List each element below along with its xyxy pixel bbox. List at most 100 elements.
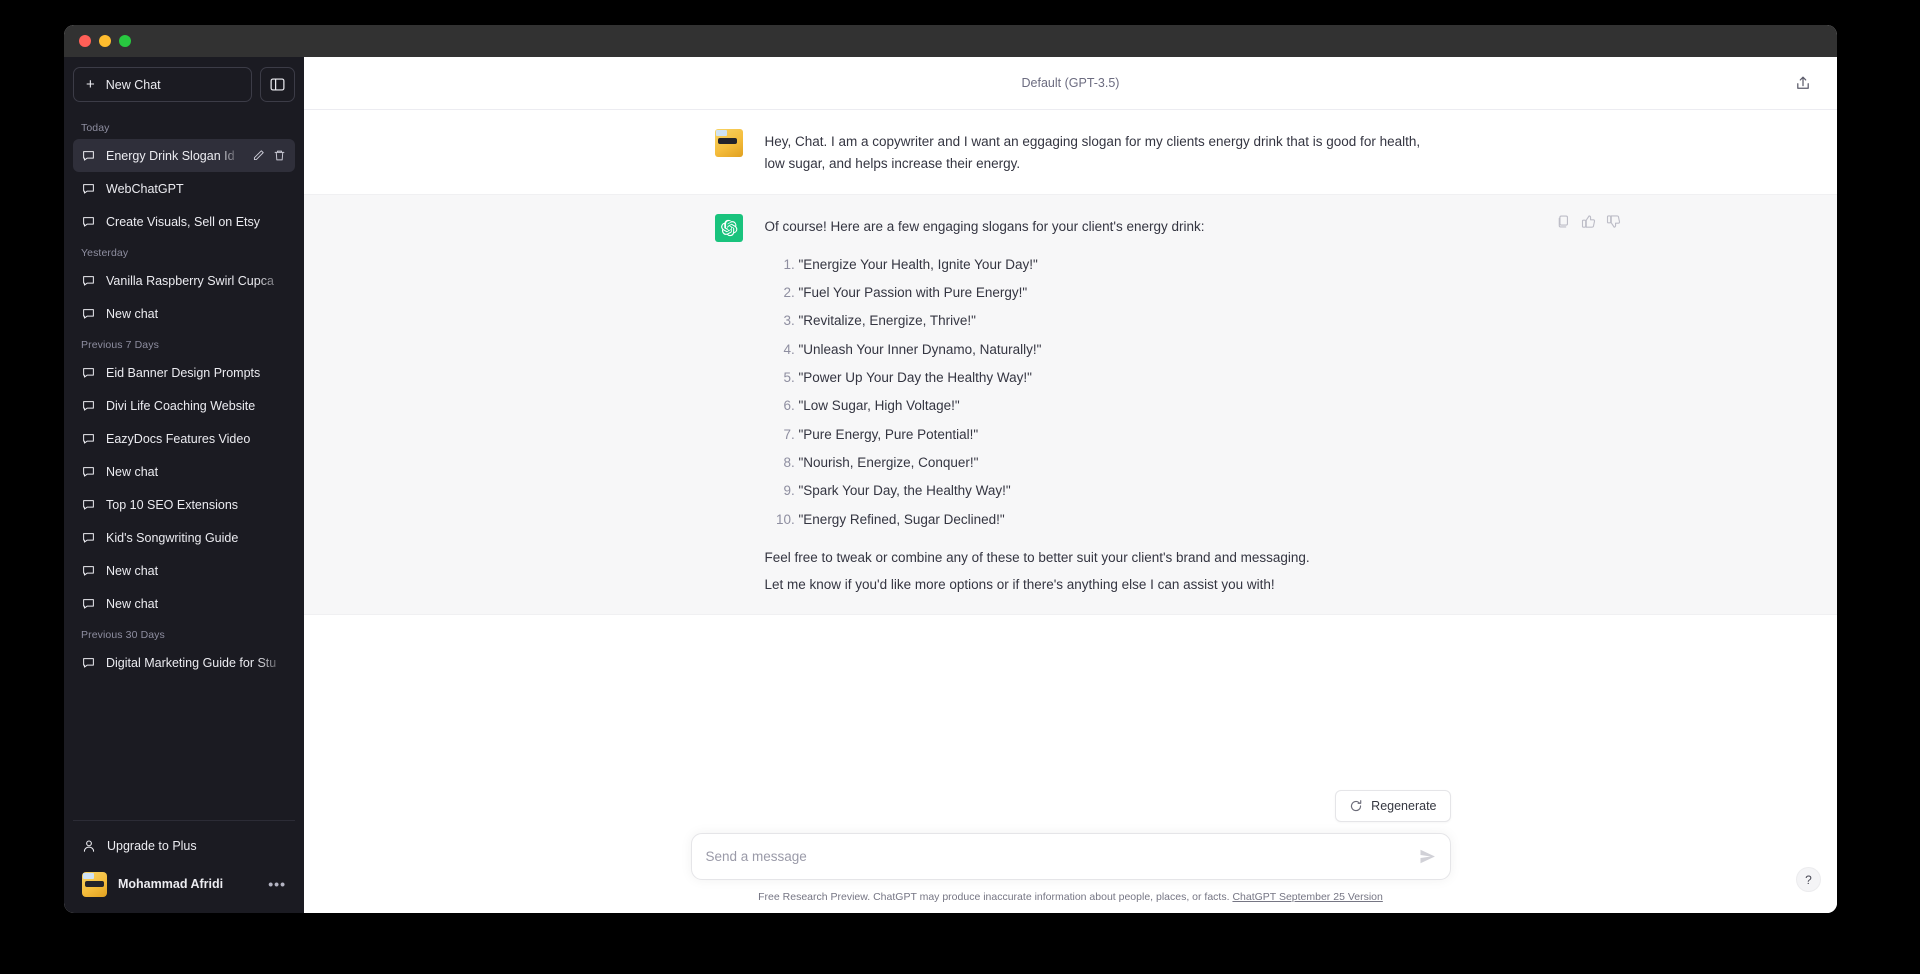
chat-item-label: Energy Drink Slogan Id: [106, 148, 235, 163]
chat-item-label: EazyDocs Features Video: [106, 431, 251, 446]
main-content: Default (GPT-3.5) Hey, Chat. I am a copy…: [304, 57, 1837, 913]
chat-bubble-icon: [83, 533, 94, 543]
plus-icon: +: [86, 76, 95, 93]
share-upload-icon: [1797, 76, 1809, 89]
chat-history-list[interactable]: Today Energy Drink Slogan Id WebChatGPT …: [73, 113, 295, 820]
chat-item-eazydocs-features[interactable]: EazyDocs Features Video: [73, 422, 295, 455]
regenerate-button[interactable]: Regenerate: [1335, 790, 1451, 822]
message-user: Hey, Chat. I am a copywriter and I want …: [304, 110, 1837, 194]
chat-bubble-icon: [83, 184, 94, 194]
version-link[interactable]: ChatGPT September 25 Version: [1232, 891, 1382, 903]
chat-item-digital-marketing-guide[interactable]: Digital Marketing Guide for Stu: [73, 646, 295, 679]
sidebar-bottom: Upgrade to Plus Mohammad Afridi •••: [73, 820, 295, 913]
assistant-closing-line-1: Feel free to tweak or combine any of the…: [764, 549, 1310, 565]
composer-wrap: [690, 833, 1451, 880]
chat-item-new-chat-1[interactable]: New chat: [73, 297, 295, 330]
chat-bubble-icon: [83, 309, 94, 319]
chat-item-create-visuals[interactable]: Create Visuals, Sell on Etsy: [73, 205, 295, 238]
user-name-label: Mohammad Afridi: [118, 877, 224, 891]
regenerate-row: Regenerate: [691, 790, 1451, 833]
chat-item-label: Create Visuals, Sell on Etsy: [106, 214, 261, 229]
message-actions: [1556, 214, 1621, 234]
help-button[interactable]: ?: [1796, 867, 1821, 892]
chat-item-top-10-seo[interactable]: Top 10 SEO Extensions: [73, 488, 295, 521]
send-button[interactable]: [1419, 848, 1436, 865]
list-item: "Energy Refined, Sugar Declined!": [799, 509, 1427, 531]
copy-icon[interactable]: [1556, 214, 1571, 234]
window-minimize-button[interactable]: [99, 35, 111, 47]
chat-bubble-icon: [83, 217, 94, 227]
avatar: [82, 871, 107, 897]
window-maximize-button[interactable]: [119, 35, 131, 47]
assistant-closing: Feel free to tweak or combine any of the…: [765, 547, 1427, 596]
list-item: "Spark Your Day, the Healthy Way!": [799, 480, 1427, 502]
chat-bubble-icon: [83, 368, 94, 378]
assistant-intro-text: Of course! Here are a few engaging sloga…: [764, 218, 1205, 234]
chat-bubble-icon: [83, 658, 94, 668]
chat-item-new-chat-4[interactable]: New chat: [73, 587, 295, 620]
chat-bubble-icon: [83, 276, 94, 286]
share-button[interactable]: [1791, 71, 1815, 95]
chat-item-label: Eid Banner Design Prompts: [106, 365, 261, 380]
section-label-previous-30-days: Previous 30 Days: [81, 629, 165, 641]
chat-item-webchatgpt[interactable]: WebChatGPT: [73, 172, 295, 205]
chat-item-new-chat-3[interactable]: New chat: [73, 554, 295, 587]
message-assistant: Of course! Here are a few engaging sloga…: [304, 193, 1837, 616]
user-avatar: [714, 129, 743, 157]
list-item: "Revitalize, Energize, Thrive!": [799, 310, 1427, 332]
chat-item-label: Divi Life Coaching Website: [106, 398, 256, 413]
user-person-icon: [83, 840, 95, 852]
chat-bubble-icon: [83, 500, 94, 510]
assistant-closing-line-2: Let me know if you'd like more options o…: [764, 576, 1275, 592]
window-close-button[interactable]: [79, 35, 91, 47]
chat-item-energy-drink-slogan[interactable]: Energy Drink Slogan Id: [73, 139, 295, 172]
openai-logo-icon: [720, 219, 737, 236]
title-bar: [64, 25, 1837, 57]
chat-item-label: Kid's Songwriting Guide: [106, 530, 239, 545]
user-message-text: Hey, Chat. I am a copywriter and I want …: [764, 134, 1421, 171]
section-label-yesterday: Yesterday: [81, 247, 129, 259]
chat-bubble-icon: [83, 401, 94, 411]
sidebar-toggle-button[interactable]: [260, 67, 295, 102]
message-list: Hey, Chat. I am a copywriter and I want …: [304, 110, 1837, 790]
user-account-button[interactable]: Mohammad Afridi •••: [73, 865, 295, 903]
chat-item-eid-banner[interactable]: Eid Banner Design Prompts: [73, 356, 295, 389]
composer-zone: Regenerate Free Research Preview. ChatGP…: [304, 790, 1837, 913]
new-chat-button[interactable]: + New Chat: [73, 67, 252, 102]
slogan-list: "Energize Your Health, Ignite Your Day!"…: [765, 254, 1427, 531]
list-item: "Nourish, Energize, Conquer!": [799, 452, 1427, 474]
chat-item-kids-songwriting[interactable]: Kid's Songwriting Guide: [73, 521, 295, 554]
sidebar-toggle-icon: [270, 78, 285, 91]
traffic-lights: [64, 35, 131, 47]
list-item: "Energize Your Health, Ignite Your Day!": [799, 254, 1427, 276]
upgrade-label: Upgrade to Plus: [107, 839, 197, 853]
chat-item-label: Digital Marketing Guide for Stu: [106, 655, 277, 670]
upgrade-to-plus-button[interactable]: Upgrade to Plus: [73, 827, 295, 865]
assistant-message-body: Of course! Here are a few engaging sloga…: [765, 214, 1427, 596]
chat-item-new-chat-2[interactable]: New chat: [73, 455, 295, 488]
sidebar-top-controls: + New Chat: [73, 67, 295, 102]
list-item: "Low Sugar, High Voltage!": [799, 395, 1427, 417]
chat-bubble-icon: [83, 467, 94, 477]
message-input[interactable]: [705, 849, 1419, 864]
chat-bubble-icon: [83, 566, 94, 576]
list-item: "Fuel Your Passion with Pure Energy!": [799, 282, 1427, 304]
list-item: "Pure Energy, Pure Potential!": [799, 424, 1427, 446]
more-options-icon[interactable]: •••: [268, 876, 286, 892]
chat-item-label: New chat: [106, 563, 159, 578]
chat-bubble-icon: [83, 599, 94, 609]
refresh-icon: [1351, 800, 1362, 812]
thumbs-down-icon[interactable]: [1606, 214, 1621, 234]
help-label: ?: [1805, 872, 1812, 887]
model-selector-label[interactable]: Default (GPT-3.5): [1022, 76, 1120, 90]
composer[interactable]: [690, 833, 1451, 880]
chat-item-divi-life-coaching[interactable]: Divi Life Coaching Website: [73, 389, 295, 422]
delete-trash-icon[interactable]: [273, 149, 286, 162]
chat-item-label: Top 10 SEO Extensions: [106, 497, 239, 512]
list-item: "Power Up Your Day the Healthy Way!": [799, 367, 1427, 389]
section-label-today: Today: [81, 122, 110, 134]
edit-pencil-icon[interactable]: [252, 149, 265, 162]
thumbs-up-icon[interactable]: [1581, 214, 1596, 234]
chat-item-vanilla-raspberry[interactable]: Vanilla Raspberry Swirl Cupca: [73, 264, 295, 297]
disclaimer: Free Research Preview. ChatGPT may produ…: [328, 880, 1813, 903]
